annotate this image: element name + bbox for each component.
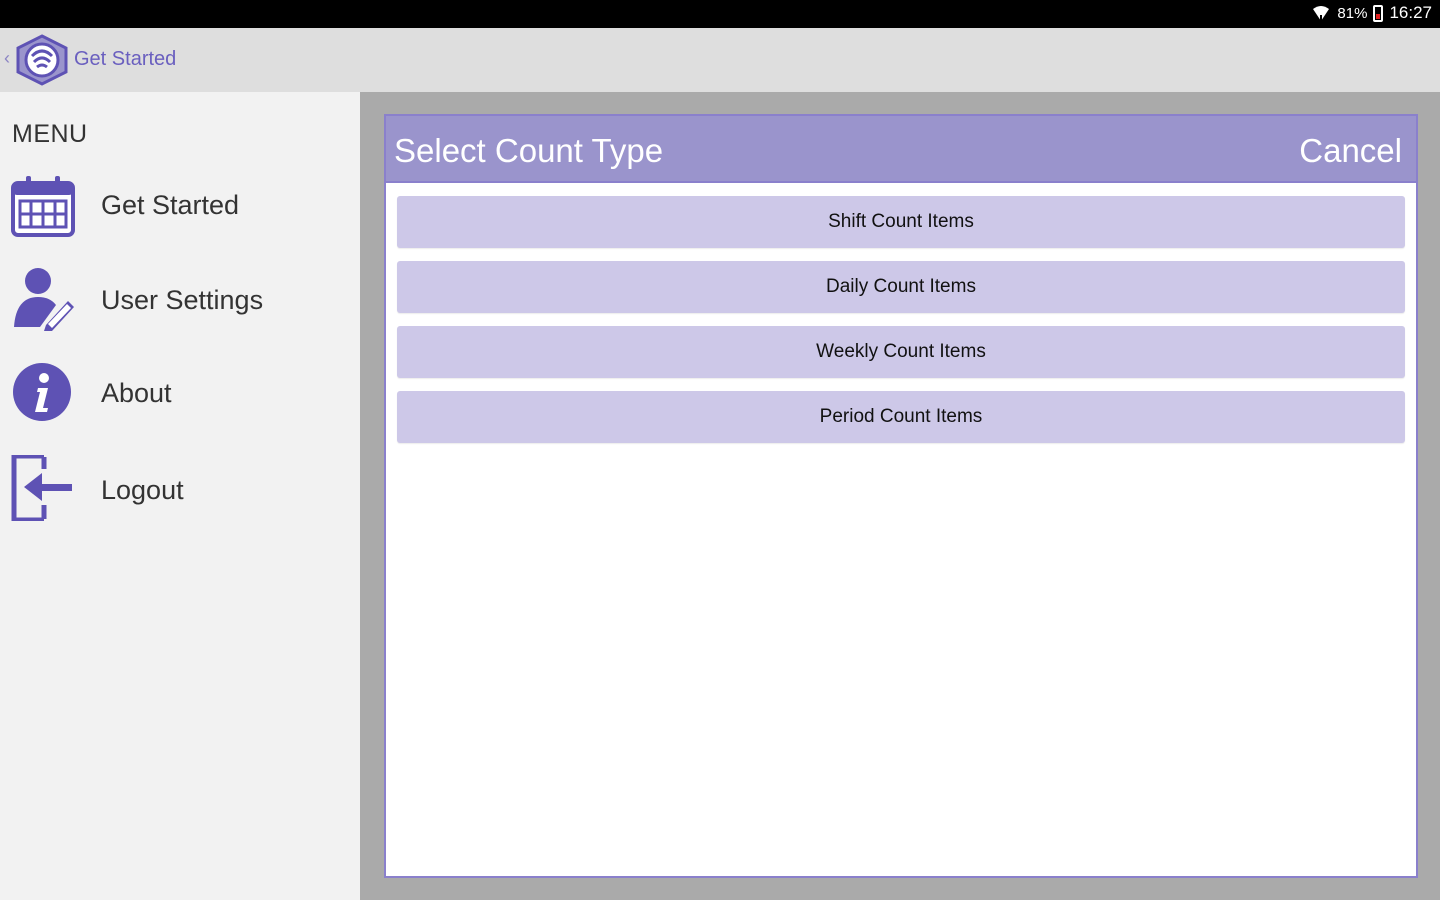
info-icon — [13, 363, 71, 421]
sidebar-item-label: About — [101, 378, 172, 408]
calendar-icon — [11, 176, 75, 237]
action-bar-title[interactable]: Get Started — [74, 48, 176, 71]
cancel-button[interactable]: Cancel — [1299, 132, 1402, 170]
sidebar-item-label: User Settings — [101, 285, 264, 315]
dialog-header: Select Count Type Cancel — [386, 116, 1416, 183]
period-count-items-button[interactable]: Period Count Items — [397, 391, 1405, 443]
shift-count-items-button[interactable]: Shift Count Items — [397, 196, 1405, 248]
logout-icon — [11, 455, 72, 521]
select-count-type-dialog: Select Count Type Cancel Shift Count Ite… — [384, 114, 1418, 878]
app-logo-icon[interactable] — [14, 34, 70, 86]
menu-heading: MENU — [12, 120, 88, 148]
sidebar-item-label: Get Started — [101, 190, 240, 220]
status-bar: 81% 16:27 — [0, 0, 1440, 28]
sidebar-item-about[interactable]: About — [0, 360, 360, 440]
sidebar-item-user-settings[interactable]: User Settings — [0, 265, 360, 345]
dialog-title: Select Count Type — [394, 132, 664, 169]
user-edit-icon — [14, 268, 74, 331]
battery-low-icon — [1373, 4, 1384, 22]
sidebar-item-get-started[interactable]: Get Started — [0, 170, 360, 250]
clock-time: 16:27 — [1389, 3, 1432, 22]
status-indicators: 81% 16:27 — [1311, 3, 1432, 23]
sidebar-item-logout[interactable]: Logout — [0, 455, 360, 535]
battery-percent: 81% — [1337, 4, 1368, 22]
weekly-count-items-button[interactable]: Weekly Count Items — [397, 326, 1405, 378]
action-bar: ‹ Get Started — [0, 28, 1440, 92]
chevron-left-icon[interactable]: ‹ — [4, 48, 10, 69]
sidebar-menu: MENU Get Started User Settings About Log… — [0, 92, 360, 900]
sidebar-item-label: Logout — [101, 475, 184, 505]
wifi-icon — [1313, 6, 1330, 22]
daily-count-items-button[interactable]: Daily Count Items — [397, 261, 1405, 313]
